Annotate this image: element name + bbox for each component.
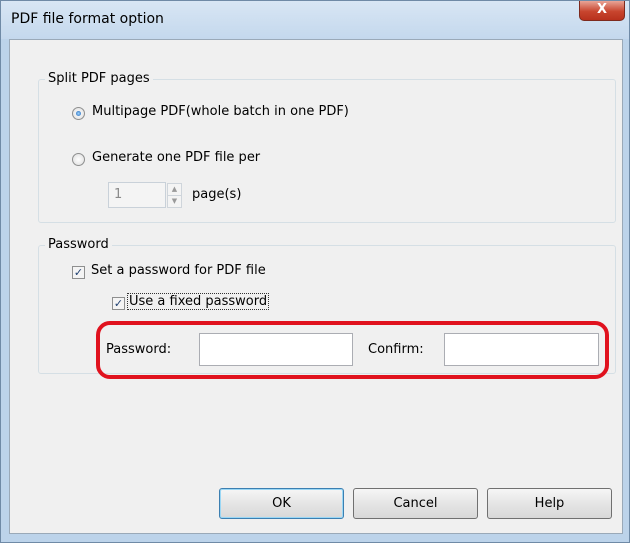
cancel-button[interactable]: Cancel [353,488,478,519]
dialog-title: PDF file format option [11,11,164,27]
set-password-label[interactable]: Set a password for PDF file [91,263,266,278]
ok-button[interactable]: OK [219,488,344,519]
dialog-body: Split PDF pages Multipage PDF(whole batc… [9,39,623,534]
title-bar[interactable]: PDF file format option X [1,1,629,39]
close-icon: X [596,2,608,17]
multipage-label[interactable]: Multipage PDF(whole batch in one PDF) [92,104,349,119]
password-highlight-annotation [96,321,609,379]
password-legend: Password [45,237,112,252]
fixed-password-label[interactable]: Use a fixed password [126,293,270,310]
close-button[interactable]: X [579,1,625,21]
pages-per-file-value: 1 [114,187,123,202]
pages-per-file-input[interactable]: 1 [108,182,166,208]
pages-spin-down[interactable]: ▼ [167,195,182,208]
pages-unit-label: page(s) [192,187,242,202]
split-pdf-legend: Split PDF pages [45,71,153,86]
per-page-label[interactable]: Generate one PDF file per [92,150,260,165]
set-password-checkbox[interactable]: ✓ [72,266,85,279]
per-page-radio[interactable] [72,153,85,166]
help-button[interactable]: Help [487,488,612,519]
dialog-window: PDF file format option X Split PDF pages… [0,0,630,543]
multipage-radio[interactable] [72,107,85,120]
fixed-password-checkbox[interactable]: ✓ [112,297,125,310]
